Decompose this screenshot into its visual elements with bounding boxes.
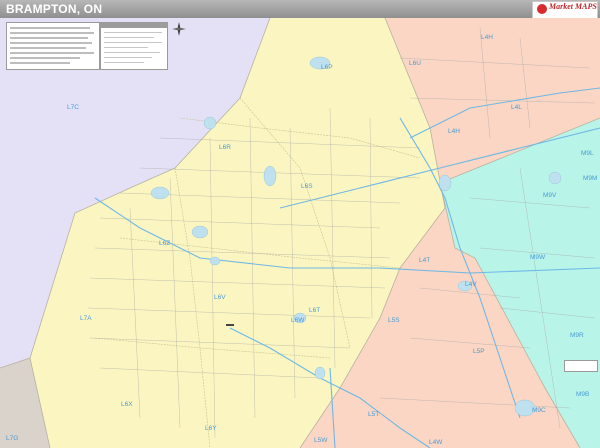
zip-map[interactable]: L6P L6U L4H L4L L4H L7C L6R L6S M9L M9M …: [0, 18, 600, 448]
zip-label-l6z: L6Z: [159, 240, 170, 247]
compass-icon: [172, 22, 186, 36]
zip-label-m9c: M9C: [532, 407, 546, 414]
zip-label-l6y: L6Y: [205, 425, 217, 432]
zip-label-l4v: L4V: [465, 281, 477, 288]
title-bar: BRAMPTON, ON Market MAPS: [0, 0, 600, 19]
map-info-panel: [100, 22, 168, 70]
zip-label-l4t: L4T: [419, 257, 430, 264]
city-marker-icon: [226, 324, 234, 326]
zip-label-l7a: L7A: [80, 315, 92, 322]
zip-label-l6v: L6V: [214, 294, 226, 301]
zip-label-l6p: L6P: [321, 64, 333, 71]
map-title: BRAMPTON, ON: [6, 2, 103, 16]
zip-label-l6s: L6S: [301, 183, 313, 190]
map-info-header: [101, 23, 167, 28]
zip-label-l5s: L5S: [388, 317, 400, 324]
zip-label-l4l: L4L: [511, 104, 522, 111]
zip-label-m9m: M9M: [583, 175, 597, 182]
zip-label-m9l: M9L: [581, 150, 594, 157]
zip-label-m9b: M9B: [576, 391, 589, 398]
brand-logo: Market MAPS: [532, 1, 598, 19]
zip-label-l5p: L5P: [473, 348, 485, 355]
zip-label-l7g: L7G: [6, 435, 18, 442]
scale-box: [564, 360, 598, 372]
globe-icon: [537, 4, 547, 14]
zip-label-l5w: L5W: [314, 437, 328, 444]
zip-label-l4w: L4W: [429, 439, 443, 446]
legend-panel: [6, 22, 100, 70]
zip-label-m9r: M9R: [570, 332, 584, 339]
brand-logo-text: Market MAPS: [549, 2, 597, 11]
zip-label-m9v: M9V: [543, 192, 557, 199]
zip-label-l6u: L6U: [409, 60, 421, 67]
zip-label-l7c: L7C: [67, 104, 79, 111]
zip-label-l4h: L4H: [481, 34, 493, 41]
zip-label-l6t: L6T: [309, 307, 320, 314]
zip-label-l6r: L6R: [219, 144, 231, 151]
zip-label-m9w: M9W: [530, 254, 546, 261]
zip-label-l6x: L6X: [121, 401, 133, 408]
zip-label-l6w: L6W: [291, 317, 305, 324]
map-page: BRAMPTON, ON Market MAPS L6P L6U L4H L4L…: [0, 0, 600, 448]
zip-label-l5t: L5T: [368, 411, 379, 418]
zip-label-l4h-2: L4H: [448, 128, 460, 135]
